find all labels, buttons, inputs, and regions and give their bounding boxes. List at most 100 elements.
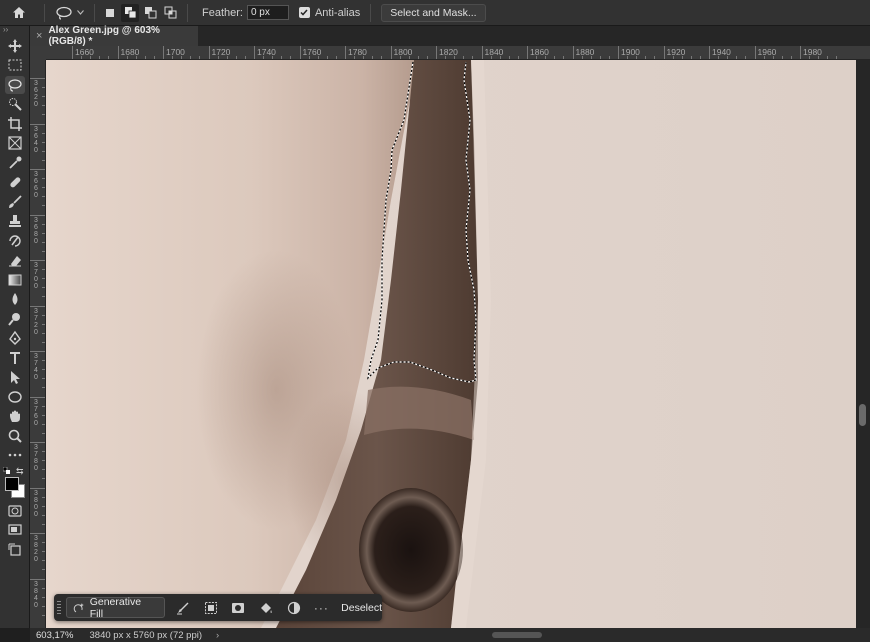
edit-toolbar-button[interactable]	[0, 446, 30, 466]
shape-tool[interactable]	[0, 387, 30, 407]
ruler-minor-tick	[42, 587, 45, 589]
eraser-tool[interactable]	[0, 251, 30, 271]
history-brush-tool[interactable]	[0, 231, 30, 251]
create-mask-button[interactable]	[225, 594, 253, 621]
zoom-tool[interactable]	[0, 426, 30, 446]
ruler-minor-tick	[42, 241, 45, 243]
default-colors-icon[interactable]	[3, 467, 10, 474]
add-to-selection-button[interactable]	[121, 3, 139, 22]
deselect-button[interactable]: Deselect	[341, 602, 382, 614]
ruler-tick	[299, 46, 301, 59]
eyedropper-tool[interactable]	[0, 153, 30, 173]
invert-selection-icon	[204, 601, 217, 614]
pen-tool[interactable]	[0, 329, 30, 349]
ruler-minor-tick	[772, 56, 774, 59]
task-bar-drag-handle[interactable]	[54, 594, 64, 621]
panel-collapse-toggle[interactable]: ››	[0, 26, 29, 36]
healing-brush-tool[interactable]	[0, 173, 30, 193]
frame-tool[interactable]	[0, 134, 30, 154]
pen-icon	[9, 331, 21, 346]
fill-selection-button[interactable]	[252, 594, 280, 621]
hand-tool[interactable]	[0, 407, 30, 427]
ruler-minor-tick	[99, 56, 101, 59]
object-selection-tool[interactable]	[0, 95, 30, 115]
canvas[interactable]	[46, 60, 856, 628]
horizontal-ruler[interactable]: 1660 1680 1700 1720 1740 1760 1780 1800 1820 1840…	[46, 46, 870, 60]
horizontal-scroll-thumb[interactable]	[492, 632, 542, 638]
zoom-level[interactable]: 603,17%	[36, 630, 74, 641]
swap-colors-icon[interactable]: ⇆	[16, 466, 24, 477]
quick-mask-button[interactable]	[0, 501, 30, 521]
ruler-tick	[208, 46, 210, 59]
intersect-selection-button[interactable]	[161, 4, 179, 22]
ruler-tick	[30, 442, 45, 443]
anti-alias-checkbox[interactable]	[298, 7, 310, 18]
ruler-tick	[30, 260, 45, 261]
ruler-tick	[754, 46, 756, 59]
contextual-task-bar: Generative Fill ··· Deselect	[54, 594, 382, 621]
ruler-minor-tick	[445, 56, 447, 59]
path-selection-tool[interactable]	[0, 368, 30, 388]
ruler-minor-tick	[736, 56, 738, 59]
screen-mode-button[interactable]	[0, 521, 30, 541]
ruler-minor-tick	[581, 56, 583, 59]
document-title: Alex Green.jpg @ 603% (RGB/8) *	[48, 25, 160, 47]
options-bar: Feather: Anti-alias Select and Mask...	[0, 0, 870, 26]
ruler-minor-tick	[536, 56, 538, 59]
adjustment-layer-button[interactable]	[280, 594, 308, 621]
paint-bucket-icon	[261, 602, 272, 613]
ruler-minor-tick	[554, 56, 556, 59]
invert-selection-button[interactable]	[197, 594, 225, 621]
ruler-origin[interactable]	[30, 46, 46, 60]
brush-tool[interactable]	[0, 192, 30, 212]
ruler-minor-tick	[42, 514, 45, 516]
brush-icon	[9, 195, 22, 208]
select-and-mask-button[interactable]: Select and Mask...	[381, 3, 486, 22]
photoshop-window: Feather: Anti-alias Select and Mask... ›…	[0, 0, 870, 642]
dodge-tool[interactable]	[0, 309, 30, 329]
ruler-tick	[345, 46, 346, 59]
ruler-tick	[390, 46, 392, 59]
foreground-color-swatch[interactable]	[5, 477, 19, 491]
vertical-ruler[interactable]: 3620 3640 3660 3680 3700 3720 3740 3760 3780 3800…	[30, 60, 46, 628]
ruler-tick	[30, 123, 45, 125]
ruler-minor-tick	[827, 56, 829, 59]
subtract-from-selection-button[interactable]	[141, 4, 159, 22]
adjustment-circle-icon	[287, 601, 300, 614]
more-options-button[interactable]: ···	[308, 594, 336, 621]
ruler-tick	[30, 169, 45, 170]
gradient-tool[interactable]	[0, 270, 30, 290]
ruler-minor-tick	[727, 56, 729, 59]
generative-fill-button[interactable]: Generative Fill	[65, 596, 166, 620]
clone-stamp-tool[interactable]	[0, 212, 30, 232]
ruler-label: 3640	[34, 125, 38, 154]
ruler-minor-tick	[42, 114, 45, 116]
crop-tool[interactable]	[0, 114, 30, 134]
ruler-tick	[527, 46, 528, 59]
feather-input[interactable]	[246, 5, 289, 20]
home-button[interactable]	[0, 0, 38, 26]
type-tool[interactable]	[0, 348, 30, 368]
tool-preset-picker[interactable]	[51, 6, 88, 20]
modify-selection-button[interactable]	[169, 594, 197, 621]
move-tool[interactable]	[0, 36, 30, 56]
ruler-tick	[481, 46, 483, 59]
ruler-tick	[30, 351, 45, 352]
ruler-label: 3740	[34, 353, 38, 381]
vertical-scrollbar[interactable]	[856, 60, 870, 628]
blur-tool[interactable]	[0, 290, 30, 310]
ruler-minor-tick	[517, 56, 519, 59]
new-selection-button[interactable]	[101, 4, 119, 22]
marquee-tool[interactable]	[0, 56, 30, 76]
status-menu-arrow[interactable]: ›	[216, 630, 219, 641]
chevron-down-icon	[77, 10, 84, 15]
document-tab[interactable]: × Alex Green.jpg @ 603% (RGB/8) *	[30, 25, 198, 47]
artboard-button[interactable]	[0, 540, 30, 560]
lasso-tool[interactable]	[0, 75, 30, 95]
vertical-scroll-thumb[interactable]	[859, 404, 866, 426]
close-tab-icon[interactable]: ×	[36, 30, 42, 42]
ruler-minor-tick	[217, 56, 219, 59]
eraser-icon	[9, 256, 21, 267]
ruler-minor-tick	[417, 56, 419, 59]
ruler-minor-tick	[42, 523, 45, 525]
